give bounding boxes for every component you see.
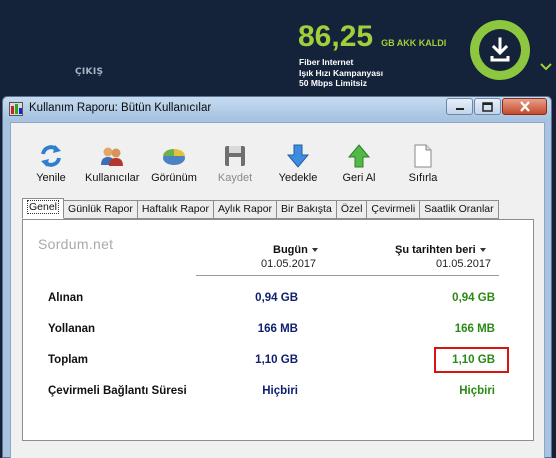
blank-page-icon [414,144,432,168]
reset-label: Sıfırla [408,172,438,184]
tab-custom[interactable]: Özel [336,200,368,219]
plan-info: Fiber Internet Işık Hızı Kampanyası 50 M… [299,57,383,89]
window-client: Yenile Kullanıcılar Görünüm Kaydet Yedek… [10,122,545,458]
down-arrow-icon [286,144,310,168]
total-today: 1,10 GB [255,354,298,366]
usage-report-window: Kullanım Raporu: Bütün Kullanıcılar Yeni… [2,96,552,458]
received-label: Alınan [48,292,84,304]
watermark: Sordum.net [38,236,114,252]
remaining-unit: GB AKK KALDI [381,38,447,48]
dialup-duration-today: Hiçbiri [262,385,298,397]
dropdown-arrow-icon [311,248,318,252]
report-tabs: Genel Günlük Rapor Haftalık Rapor Aylık … [22,198,499,219]
today-date: 01.05.2017 [261,258,317,270]
tab-monthly[interactable]: Aylık Rapor [213,200,278,219]
reset-button[interactable]: Sıfırla [403,143,443,184]
remaining-value: 86,25 [298,20,374,53]
isp-banner: ÇIKIŞ 86,25 GB AKK KALDI Fiber Internet … [0,0,556,95]
app-icon [9,102,23,116]
tab-overview[interactable]: Bir Bakışta [277,200,337,219]
total-label: Toplam [48,354,89,366]
restore-label: Geri Al [342,172,376,184]
close-icon [519,101,530,112]
users-label: Kullanıcılar [85,172,140,184]
maximize-icon [482,101,493,112]
tab-dialup[interactable]: Çevirmeli [367,200,421,219]
backup-button[interactable]: Yedekle [276,143,320,184]
chevron-down-icon[interactable] [540,62,552,72]
plan-line: Işık Hızı Kampanyası [299,67,384,78]
refresh-label: Yenile [36,172,66,184]
up-arrow-icon [347,144,371,168]
sent-since: 166 MB [454,323,495,335]
general-report-panel: Sordum.net Bugün 01.05.2017 Şu tarihten … [22,219,534,441]
tab-weekly[interactable]: Haftalık Rapor [137,200,214,219]
header-divider [196,275,499,276]
minimize-button[interactable] [446,98,473,115]
plan-line: 50 Mbps Limitsiz [299,78,368,88]
minimize-icon [455,107,464,110]
today-column-header[interactable]: Bugün [273,244,319,256]
highlight-box [434,347,509,373]
dropdown-arrow-icon [479,248,486,252]
view-button[interactable]: Görünüm [151,143,197,184]
sent-label: Yollanan [48,323,96,335]
remaining-quota: 86,25 GB AKK KALDI [298,20,446,54]
pie-chart-icon [163,149,185,165]
backup-label: Yedekle [278,172,318,184]
save-label: Kaydet [217,172,253,184]
refresh-button[interactable]: Yenile [33,143,69,184]
save-button[interactable]: Kaydet [215,143,255,184]
users-button[interactable]: Kullanıcılar [85,143,139,184]
toolbar: Yenile Kullanıcılar Görünüm Kaydet Yedek… [11,123,544,185]
plan-line: Fiber Internet [299,57,354,67]
tab-general[interactable]: Genel [22,198,65,219]
since-date: 01.05.2017 [436,258,492,270]
logout-link[interactable]: ÇIKIŞ [75,67,103,77]
tab-hourly-rates[interactable]: Saatlik Oranlar [420,200,499,219]
tab-daily[interactable]: Günlük Rapor [64,200,138,219]
users-icon [101,147,123,166]
since-column-header[interactable]: Şu tarihten beri [395,244,487,256]
window-title: Kullanım Raporu: Bütün Kullanıcılar [29,102,212,114]
dialup-duration-since: Hiçbiri [459,385,495,397]
refresh-icon [41,145,61,167]
restore-button[interactable]: Geri Al [339,143,379,184]
close-button[interactable] [502,98,547,115]
view-label: Görünüm [151,172,197,184]
dialup-duration-label: Çevirmeli Bağlantı Süresi [48,385,187,397]
maximize-button[interactable] [474,98,501,115]
floppy-disk-icon [225,146,245,166]
download-icon [490,37,510,62]
received-today: 0,94 GB [255,292,298,304]
received-since: 0,94 GB [452,292,495,304]
download-button[interactable] [470,20,530,80]
window-titlebar[interactable]: Kullanım Raporu: Bütün Kullanıcılar [3,97,551,121]
sent-today: 166 MB [257,323,298,335]
